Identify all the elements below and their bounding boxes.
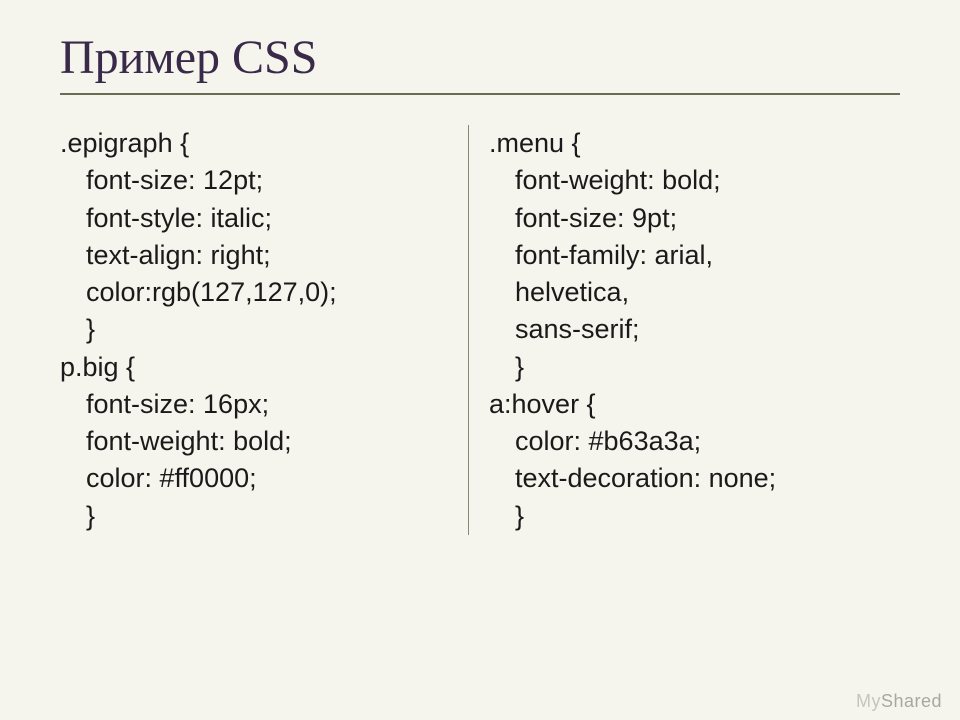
code-line: text-align: right; — [60, 237, 448, 274]
slide-title: Пример CSS — [60, 30, 910, 85]
code-line: font-size: 9pt; — [489, 200, 910, 237]
code-line: } — [489, 498, 910, 535]
code-line: font-style: italic; — [60, 200, 448, 237]
watermark-part2: Shared — [881, 691, 942, 711]
code-line: font-weight: bold; — [60, 423, 448, 460]
code-line: .epigraph { — [60, 125, 448, 162]
code-line: } — [489, 349, 910, 386]
code-line: helvetica, — [489, 274, 910, 311]
code-line: color: #b63a3a; — [489, 423, 910, 460]
watermark: MyShared — [856, 691, 942, 712]
watermark-part1: My — [856, 691, 881, 711]
code-line: } — [60, 498, 448, 535]
code-line: text-decoration: none; — [489, 460, 910, 497]
code-line: .menu { — [489, 125, 910, 162]
code-line: font-family: arial, — [489, 237, 910, 274]
code-line: p.big { — [60, 349, 448, 386]
code-line: sans-serif; — [489, 311, 910, 348]
code-line: font-weight: bold; — [489, 162, 910, 199]
left-column: .epigraph { font-size: 12pt; font-style:… — [60, 125, 468, 535]
code-block-right: .menu { font-weight: bold; font-size: 9p… — [489, 125, 910, 535]
code-line: a:hover { — [489, 386, 910, 423]
code-line: font-size: 16px; — [60, 386, 448, 423]
code-line: font-size: 12pt; — [60, 162, 448, 199]
content-columns: .epigraph { font-size: 12pt; font-style:… — [50, 125, 910, 535]
title-underline — [60, 93, 900, 95]
code-line: } — [60, 311, 448, 348]
code-line: color: #ff0000; — [60, 460, 448, 497]
code-block-left: .epigraph { font-size: 12pt; font-style:… — [60, 125, 448, 535]
right-column: .menu { font-weight: bold; font-size: 9p… — [468, 125, 910, 535]
slide: Пример CSS .epigraph { font-size: 12pt; … — [0, 0, 960, 720]
code-line: color:rgb(127,127,0); — [60, 274, 448, 311]
title-area: Пример CSS — [50, 30, 910, 85]
